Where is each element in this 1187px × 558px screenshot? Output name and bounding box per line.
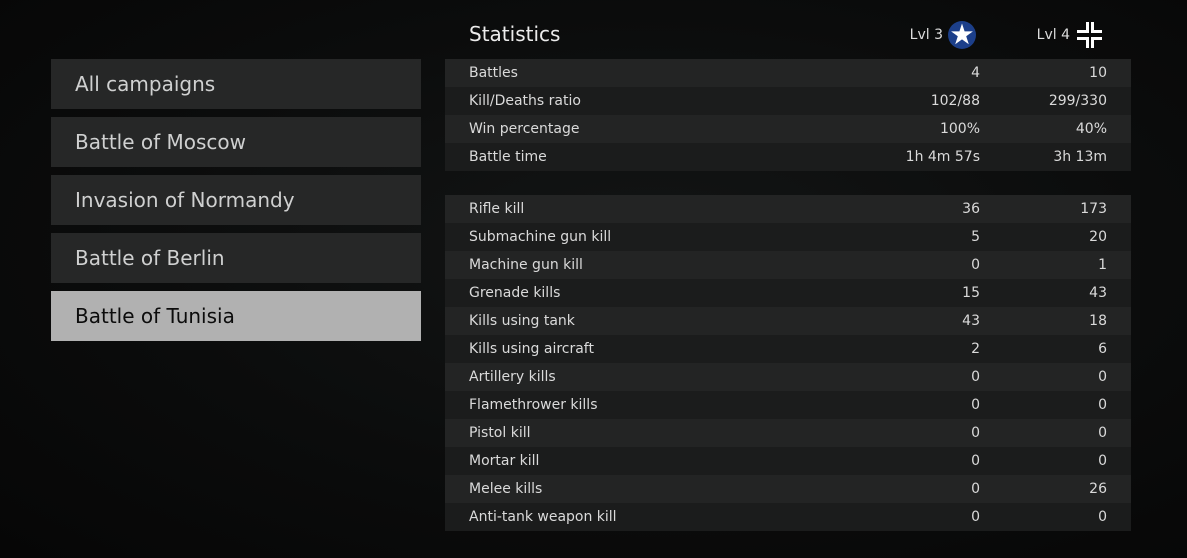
campaign-item-invasion-of-normandy[interactable]: Invasion of Normandy [51, 175, 421, 225]
statistics-title: Statistics [469, 22, 561, 46]
allied-level-label: Lvl 3 [909, 27, 943, 43]
table-row: Machine gun kill 0 1 [445, 251, 1131, 279]
allied-value: 0 [971, 453, 980, 469]
stat-label: Machine gun kill [469, 257, 583, 273]
allied-value: 0 [971, 481, 980, 497]
allied-value: 2 [971, 341, 980, 357]
allied-value: 102/88 [930, 93, 980, 109]
stat-label: Battle time [469, 149, 547, 165]
general-stats-table: Battles 4 10 Kill/Deaths ratio 102/88 29… [445, 59, 1131, 171]
table-row: Win percentage 100% 40% [445, 115, 1131, 143]
table-row: Flamethrower kills 0 0 [445, 391, 1131, 419]
axis-value: 1 [1098, 257, 1107, 273]
axis-value: 18 [1089, 313, 1107, 329]
allied-value: 0 [971, 257, 980, 273]
allied-value: 15 [962, 285, 980, 301]
axis-value: 0 [1098, 397, 1107, 413]
table-row: Anti-tank weapon kill 0 0 [445, 503, 1131, 531]
allied-level-indicator: Lvl 3 [910, 20, 977, 50]
campaign-label: Battle of Berlin [75, 246, 225, 270]
table-row: Kills using tank 43 18 [445, 307, 1131, 335]
campaign-label: Battle of Moscow [75, 130, 247, 154]
campaign-label: All campaigns [75, 72, 216, 96]
campaign-label: Invasion of Normandy [75, 188, 295, 212]
axis-value: 26 [1089, 481, 1107, 497]
allied-value: 43 [962, 313, 980, 329]
axis-value: 0 [1098, 453, 1107, 469]
campaign-label: Battle of Tunisia [75, 304, 235, 328]
axis-level-label: Lvl 4 [1036, 27, 1070, 43]
table-row: Artillery kills 0 0 [445, 363, 1131, 391]
campaign-item-battle-of-tunisia[interactable]: Battle of Tunisia [51, 291, 421, 341]
table-row: Pistol kill 0 0 [445, 419, 1131, 447]
stat-label: Pistol kill [469, 425, 531, 441]
table-row: Grenade kills 15 43 [445, 279, 1131, 307]
axis-value: 0 [1098, 509, 1107, 525]
campaign-list: All campaigns Battle of Moscow Invasion … [51, 59, 421, 349]
stat-label: Flamethrower kills [469, 397, 598, 413]
axis-value: 0 [1098, 369, 1107, 385]
table-row: Kill/Deaths ratio 102/88 299/330 [445, 87, 1131, 115]
axis-value: 40% [1075, 121, 1107, 137]
statistics-header: Statistics Lvl 3 Lvl 4 [445, 14, 1131, 54]
allied-value: 0 [971, 397, 980, 413]
axis-level-indicator: Lvl 4 [1037, 20, 1104, 50]
stat-label: Kills using aircraft [469, 341, 594, 357]
campaign-item-battle-of-berlin[interactable]: Battle of Berlin [51, 233, 421, 283]
stat-label: Kill/Deaths ratio [469, 93, 581, 109]
kill-stats-table: Rifle kill 36 173 Submachine gun kill 5 … [445, 195, 1131, 531]
axis-value: 10 [1089, 65, 1107, 81]
allied-value: 5 [971, 229, 980, 245]
allied-value: 4 [971, 65, 980, 81]
stat-label: Mortar kill [469, 453, 540, 469]
stat-label: Win percentage [469, 121, 580, 137]
axis-value: 43 [1089, 285, 1107, 301]
table-row: Melee kills 0 26 [445, 475, 1131, 503]
stat-label: Submachine gun kill [469, 229, 612, 245]
table-row: Mortar kill 0 0 [445, 447, 1131, 475]
allied-value: 100% [939, 121, 980, 137]
axis-value: 173 [1080, 201, 1107, 217]
balkenkreuz-icon [1074, 20, 1104, 50]
us-star-roundel-icon [947, 20, 977, 50]
campaign-item-battle-of-moscow[interactable]: Battle of Moscow [51, 117, 421, 167]
table-row: Submachine gun kill 5 20 [445, 223, 1131, 251]
axis-value: 6 [1098, 341, 1107, 357]
stat-label: Melee kills [469, 481, 543, 497]
allied-value: 0 [971, 369, 980, 385]
campaign-item-all-campaigns[interactable]: All campaigns [51, 59, 421, 109]
allied-value: 0 [971, 509, 980, 525]
table-row: Battles 4 10 [445, 59, 1131, 87]
table-row: Kills using aircraft 2 6 [445, 335, 1131, 363]
stat-label: Artillery kills [469, 369, 556, 385]
stat-label: Rifle kill [469, 201, 525, 217]
axis-value: 20 [1089, 229, 1107, 245]
table-row: Battle time 1h 4m 57s 3h 13m [445, 143, 1131, 171]
stat-label: Grenade kills [469, 285, 561, 301]
allied-value: 0 [971, 425, 980, 441]
axis-value: 0 [1098, 425, 1107, 441]
stat-label: Anti-tank weapon kill [469, 509, 617, 525]
axis-value: 299/330 [1048, 93, 1107, 109]
axis-value: 3h 13m [1053, 149, 1107, 165]
stat-label: Battles [469, 65, 518, 81]
allied-value: 1h 4m 57s [905, 149, 980, 165]
table-row: Rifle kill 36 173 [445, 195, 1131, 223]
allied-value: 36 [962, 201, 980, 217]
stat-label: Kills using tank [469, 313, 575, 329]
